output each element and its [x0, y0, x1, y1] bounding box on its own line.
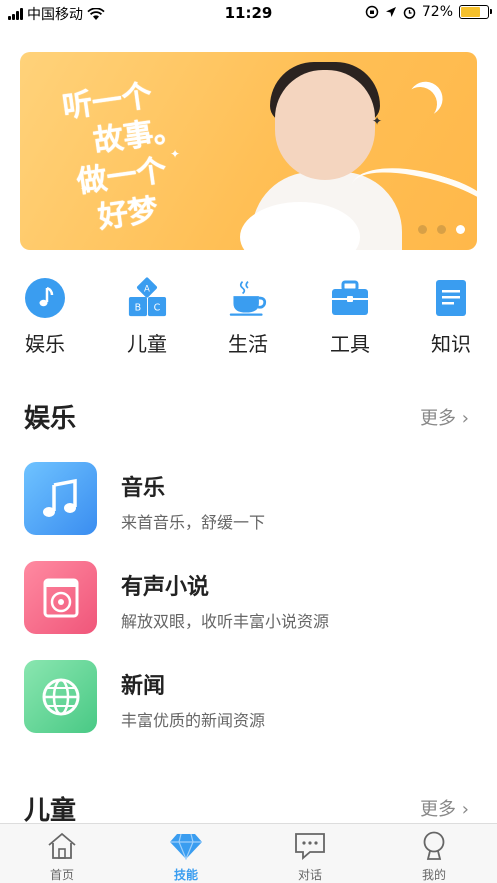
category-life[interactable]: 生活 — [218, 278, 278, 357]
category-label: 娱乐 — [25, 332, 65, 356]
category-label: 儿童 — [127, 332, 167, 356]
tab-home[interactable]: 首页 — [27, 830, 97, 883]
toolbox-icon — [330, 278, 370, 318]
globe-icon — [24, 660, 97, 733]
battery-percent: 72% — [421, 4, 453, 20]
item-title: 音乐 — [121, 476, 166, 501]
category-label: 生活 — [228, 332, 268, 356]
banner-carousel[interactable]: ✦ ✦ ✦ 听一个 故事。 做一个 好梦 — [20, 52, 477, 250]
chat-icon — [275, 830, 345, 862]
category-children[interactable]: AB C 儿童 — [117, 277, 177, 357]
category-knowledge[interactable]: 知识 — [421, 278, 481, 357]
category-label: 知识 — [431, 332, 471, 356]
carousel-dot[interactable] — [418, 225, 427, 234]
location-icon — [385, 6, 397, 18]
carousel-indicator — [418, 225, 465, 234]
tab-label: 对话 — [297, 868, 322, 882]
category-label: 工具 — [330, 332, 370, 356]
category-entertainment[interactable]: 娱乐 — [15, 278, 75, 357]
item-subtitle: 丰富优质的新闻资源 — [121, 711, 266, 730]
carousel-dot-active[interactable] — [456, 225, 465, 234]
alarm-icon — [403, 6, 416, 19]
moon-icon — [398, 82, 442, 126]
user-icon — [399, 830, 469, 862]
tab-profile[interactable]: 我的 — [399, 830, 469, 883]
item-subtitle: 来首音乐，舒缓一下 — [121, 513, 266, 532]
skill-item-news[interactable]: 新闻 丰富优质的新闻资源 — [24, 660, 474, 734]
section-title-children: 儿童 — [24, 796, 77, 826]
item-title: 有声小说 — [121, 575, 210, 600]
music-note-icon — [25, 278, 65, 318]
audiobook-icon — [24, 561, 97, 634]
skill-item-audiobook[interactable]: 有声小说 解放双眼，收听丰富小说资源 — [24, 561, 474, 635]
tab-bar: 首页 技能 对话 我的 — [0, 823, 497, 883]
rotation-lock-icon — [365, 5, 379, 19]
book-icon — [431, 278, 471, 318]
battery-icon — [459, 5, 492, 19]
section-title-entertainment: 娱乐 — [24, 404, 77, 434]
item-subtitle: 解放双眼，收听丰富小说资源 — [121, 612, 330, 631]
tab-label: 我的 — [421, 868, 446, 882]
more-link-entertainment[interactable]: 更多 › — [420, 404, 469, 430]
music-note-icon — [24, 462, 97, 535]
carousel-dot[interactable] — [437, 225, 446, 234]
status-bar: 中国移动 11:29 72% — [0, 0, 497, 26]
item-title: 新闻 — [121, 674, 166, 699]
tab-skills[interactable]: 技能 — [151, 830, 221, 883]
chevron-right-icon: › — [461, 408, 469, 429]
category-bar: 娱乐 AB C 儿童 生活 工具 知识 — [0, 277, 497, 358]
diamond-icon — [151, 830, 221, 862]
skill-item-music[interactable]: 音乐 来首音乐，舒缓一下 — [24, 462, 474, 536]
star-icon: ✦ — [372, 114, 383, 128]
tab-label: 技能 — [173, 868, 198, 882]
tab-chat[interactable]: 对话 — [275, 830, 345, 883]
more-link-children[interactable]: 更多 › — [420, 795, 469, 821]
chevron-right-icon: › — [461, 799, 469, 820]
home-icon — [27, 830, 97, 862]
coffee-cup-icon — [228, 278, 268, 318]
svg-text:B: B — [135, 302, 142, 313]
banner-slogan: 听一个 故事。 做一个 好梦 — [60, 78, 186, 236]
svg-text:A: A — [144, 284, 150, 294]
category-tools[interactable]: 工具 — [320, 278, 380, 357]
svg-text:C: C — [154, 302, 161, 313]
tab-label: 首页 — [49, 868, 74, 882]
abc-blocks-icon: AB C — [127, 277, 167, 318]
